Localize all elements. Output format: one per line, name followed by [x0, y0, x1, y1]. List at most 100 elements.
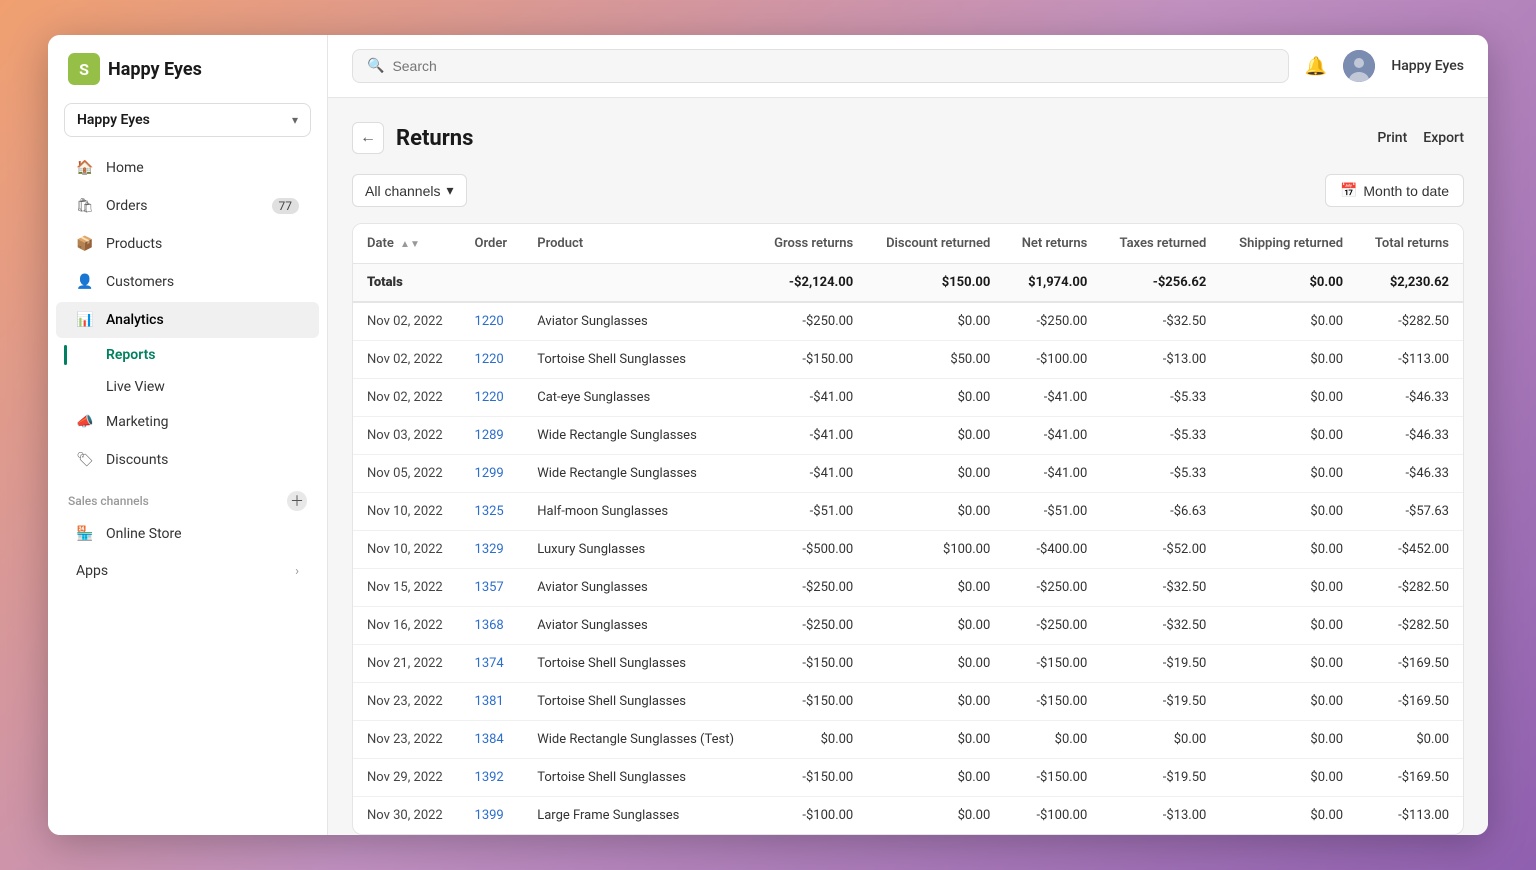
orders-icon: 🛍	[76, 197, 94, 215]
col-header-shipping-returned: Shipping returned	[1220, 224, 1357, 264]
cell-date: Nov 15, 2022	[353, 569, 461, 607]
cell-taxes-returned: -$32.50	[1101, 302, 1220, 341]
sidebar-item-apps[interactable]: Apps ›	[56, 554, 319, 588]
sidebar-item-label: Analytics	[106, 312, 164, 328]
products-icon: 📦	[76, 235, 94, 253]
cell-order[interactable]: 1392	[461, 759, 524, 797]
cell-date: Nov 05, 2022	[353, 455, 461, 493]
totals-order	[461, 264, 524, 303]
sidebar-item-online-store[interactable]: 🏪 Online Store	[56, 516, 319, 552]
cell-order[interactable]: 1357	[461, 569, 524, 607]
cell-taxes-returned: -$5.33	[1101, 455, 1220, 493]
cell-taxes-returned: -$5.33	[1101, 379, 1220, 417]
cell-taxes-returned: -$5.33	[1101, 417, 1220, 455]
cell-order[interactable]: 1399	[461, 797, 524, 835]
search-bar[interactable]: 🔍	[352, 49, 1289, 83]
print-button[interactable]: Print	[1377, 130, 1407, 146]
app-header: 🔍 🔔 Happy Eyes	[328, 35, 1488, 98]
cell-order[interactable]: 1381	[461, 683, 524, 721]
sidebar-item-discounts[interactable]: 🏷 Discounts	[56, 442, 319, 478]
order-link: 1299	[475, 466, 504, 481]
cell-taxes-returned: -$19.50	[1101, 645, 1220, 683]
live-view-label: Live View	[106, 379, 165, 395]
cell-discount-returned: $0.00	[867, 302, 1004, 341]
cell-discount-returned: $0.00	[867, 759, 1004, 797]
sales-channels-section: Sales channels ＋	[48, 479, 327, 515]
cell-taxes-returned: -$6.63	[1101, 493, 1220, 531]
sidebar-item-marketing[interactable]: 📣 Marketing	[56, 404, 319, 440]
cell-order[interactable]: 1374	[461, 645, 524, 683]
header-right: 🔔 Happy Eyes	[1305, 50, 1464, 82]
cell-net-returns: -$41.00	[1004, 379, 1101, 417]
cell-total-returns: -$282.50	[1357, 569, 1463, 607]
order-link: 1381	[475, 694, 504, 709]
avatar	[1343, 50, 1375, 82]
customers-icon: 👤	[76, 273, 94, 291]
sort-icon: ▲▼	[400, 239, 420, 250]
returns-table: Date ▲▼ Order Product Gross returns Disc…	[353, 224, 1463, 834]
cell-product: Tortoise Shell Sunglasses	[523, 683, 756, 721]
sidebar-item-analytics[interactable]: 📊 Analytics	[56, 302, 319, 338]
store-selector[interactable]: Happy Eyes ▾	[64, 103, 311, 137]
cell-net-returns: -$41.00	[1004, 455, 1101, 493]
cell-order[interactable]: 1220	[461, 302, 524, 341]
sidebar-item-orders[interactable]: 🛍 Orders 77	[56, 188, 319, 224]
sidebar-item-products[interactable]: 📦 Products	[56, 226, 319, 262]
cell-gross-returns: -$41.00	[756, 455, 867, 493]
sidebar-item-customers[interactable]: 👤 Customers	[56, 264, 319, 300]
table-row: Nov 23, 2022 1384 Wide Rectangle Sunglas…	[353, 721, 1463, 759]
order-link: 1325	[475, 504, 504, 519]
cell-gross-returns: -$41.00	[756, 417, 867, 455]
chevron-down-icon: ▾	[292, 113, 298, 127]
bell-icon[interactable]: 🔔	[1305, 56, 1327, 77]
cell-discount-returned: $0.00	[867, 607, 1004, 645]
cell-gross-returns: -$500.00	[756, 531, 867, 569]
avatar-image	[1343, 50, 1375, 82]
table-row: Nov 15, 2022 1357 Aviator Sunglasses -$2…	[353, 569, 1463, 607]
order-link: 1392	[475, 770, 504, 785]
cell-order[interactable]: 1220	[461, 379, 524, 417]
table-header-row: Date ▲▼ Order Product Gross returns Disc…	[353, 224, 1463, 264]
cell-total-returns: -$452.00	[1357, 531, 1463, 569]
sidebar-item-label: Customers	[106, 274, 174, 290]
orders-badge: 77	[272, 198, 300, 214]
date-range-button[interactable]: 📅 Month to date	[1325, 174, 1464, 207]
channel-filter-label: All channels	[365, 183, 441, 199]
calendar-icon: 📅	[1340, 182, 1357, 199]
cell-taxes-returned: -$13.00	[1101, 797, 1220, 835]
sidebar-item-live-view[interactable]: Live View	[56, 372, 319, 402]
online-store-icon: 🏪	[76, 525, 94, 543]
totals-product	[523, 264, 756, 303]
cell-date: Nov 02, 2022	[353, 302, 461, 341]
cell-order[interactable]: 1325	[461, 493, 524, 531]
back-button[interactable]: ←	[352, 122, 384, 154]
cell-order[interactable]: 1329	[461, 531, 524, 569]
table-totals-row: Totals -$2,124.00 $150.00 $1,974.00 -$25…	[353, 264, 1463, 303]
sidebar-item-home[interactable]: 🏠 Home	[56, 150, 319, 186]
cell-gross-returns: -$41.00	[756, 379, 867, 417]
add-sales-channel-icon[interactable]: ＋	[287, 491, 307, 511]
cell-taxes-returned: -$19.50	[1101, 683, 1220, 721]
cell-date: Nov 10, 2022	[353, 493, 461, 531]
export-button[interactable]: Export	[1423, 130, 1464, 146]
sidebar-item-label: Home	[106, 160, 144, 176]
order-link: 1374	[475, 656, 504, 671]
cell-order[interactable]: 1289	[461, 417, 524, 455]
svg-text:S: S	[79, 60, 89, 79]
channel-filter-button[interactable]: All channels ▾	[352, 174, 467, 207]
cell-order[interactable]: 1220	[461, 341, 524, 379]
cell-order[interactable]: 1299	[461, 455, 524, 493]
cell-shipping-returned: $0.00	[1220, 302, 1357, 341]
cell-discount-returned: $0.00	[867, 379, 1004, 417]
cell-gross-returns: -$150.00	[756, 341, 867, 379]
cell-shipping-returned: $0.00	[1220, 417, 1357, 455]
totals-label: Totals	[353, 264, 461, 303]
sidebar-item-reports[interactable]: Reports	[56, 340, 319, 370]
table-row: Nov 03, 2022 1289 Wide Rectangle Sunglas…	[353, 417, 1463, 455]
cell-product: Large Frame Sunglasses	[523, 797, 756, 835]
cell-order[interactable]: 1384	[461, 721, 524, 759]
search-input[interactable]	[392, 58, 1273, 74]
order-link: 1399	[475, 808, 504, 823]
cell-gross-returns: -$100.00	[756, 797, 867, 835]
cell-order[interactable]: 1368	[461, 607, 524, 645]
